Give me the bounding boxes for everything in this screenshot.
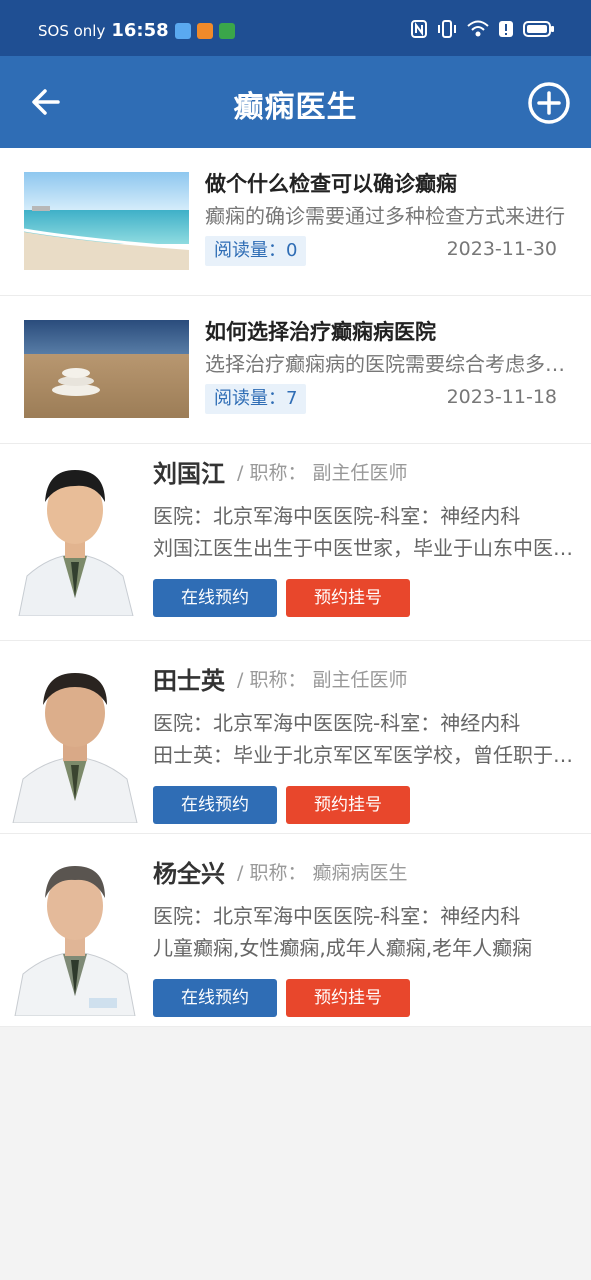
add-circle-icon[interactable] bbox=[527, 81, 571, 125]
article-summary: 选择治疗癫痫病的医院需要综合考虑多方面因素 bbox=[205, 352, 570, 376]
doctor-name: 杨全兴 bbox=[153, 860, 225, 888]
page-title: 癫痫医生 bbox=[233, 90, 358, 125]
alert-icon bbox=[499, 21, 513, 37]
doctor-title: / 职称： 副主任医师 bbox=[237, 462, 408, 484]
article-thumbnail-beach bbox=[24, 172, 189, 270]
article-summary: 癫痫的确诊需要通过多种检查方式来进行 bbox=[205, 204, 565, 228]
app-notification-icon bbox=[218, 22, 235, 39]
status-bar: SOS only 16:58 bbox=[0, 0, 591, 56]
article-date: 2023-11-30 bbox=[446, 238, 557, 260]
doctor-avatar bbox=[9, 458, 141, 616]
doctor-bio: 刘国江医生出生于中医世家，毕业于山东中医药大学 bbox=[153, 536, 573, 560]
doctor-name: 刘国江 bbox=[153, 460, 225, 488]
doctor-card[interactable]: 杨全兴 / 职称： 癫痫病医生 医院：北京军海中医医院-科室：神经内科 儿童癫痫… bbox=[0, 834, 591, 1027]
read-count-badge: 阅读量：0 bbox=[205, 236, 307, 266]
doctor-bio: 儿童癫痫,女性癫痫,成年人癫痫,老年人癫痫 bbox=[153, 936, 533, 960]
app-header: 癫痫医生 bbox=[0, 56, 591, 148]
online-booking-button[interactable]: 在线预约 bbox=[153, 979, 277, 1017]
network-status: SOS only bbox=[38, 21, 106, 40]
main-content: 做个什么检查可以确诊癫痫 癫痫的确诊需要通过多种检查方式来进行 阅读量：0 20… bbox=[0, 148, 591, 1027]
doctor-hospital: 医院：北京军海中医医院-科室：神经内科 bbox=[153, 904, 521, 928]
read-count-badge: 阅读量：7 bbox=[205, 384, 307, 414]
article-title: 如何选择治疗癫痫病医院 bbox=[205, 320, 436, 344]
online-booking-button[interactable]: 在线预约 bbox=[153, 786, 277, 824]
doctor-name: 田士英 bbox=[153, 667, 225, 695]
wifi-icon bbox=[467, 20, 489, 37]
app-notification-icon bbox=[196, 22, 213, 39]
doctor-card[interactable]: 刘国江 / 职称： 副主任医师 医院：北京军海中医医院-科室：神经内科 刘国江医… bbox=[0, 444, 591, 641]
article-title: 做个什么检查可以确诊癫痫 bbox=[205, 172, 457, 196]
doctor-hospital: 医院：北京军海中医医院-科室：神经内科 bbox=[153, 711, 521, 735]
article-item[interactable]: 如何选择治疗癫痫病医院 选择治疗癫痫病的医院需要综合考虑多方面因素 阅读量：7 … bbox=[0, 296, 591, 444]
doctor-hospital: 医院：北京军海中医医院-科室：神经内科 bbox=[153, 504, 521, 528]
register-appointment-button[interactable]: 预约挂号 bbox=[286, 579, 410, 617]
doctor-avatar bbox=[9, 665, 141, 823]
doctor-card[interactable]: 田士英 / 职称： 副主任医师 医院：北京军海中医医院-科室：神经内科 田士英：… bbox=[0, 641, 591, 834]
clock: 16:58 bbox=[111, 20, 169, 41]
doctor-bio: 田士英：毕业于北京军区军医学校，曾任职于多家医院 bbox=[153, 743, 573, 767]
register-appointment-button[interactable]: 预约挂号 bbox=[286, 786, 410, 824]
article-date: 2023-11-18 bbox=[446, 386, 557, 408]
article-item[interactable]: 做个什么检查可以确诊癫痫 癫痫的确诊需要通过多种检查方式来进行 阅读量：0 20… bbox=[0, 148, 591, 296]
battery-icon bbox=[523, 21, 554, 37]
online-booking-button[interactable]: 在线预约 bbox=[153, 579, 277, 617]
app-notification-icon bbox=[174, 22, 191, 39]
article-thumbnail-stones bbox=[24, 320, 189, 418]
nfc-icon bbox=[411, 20, 427, 38]
doctor-title: / 职称： 癫痫病医生 bbox=[237, 862, 408, 884]
doctor-title: / 职称： 副主任医师 bbox=[237, 669, 408, 691]
doctor-avatar bbox=[9, 858, 141, 1016]
register-appointment-button[interactable]: 预约挂号 bbox=[286, 979, 410, 1017]
vibrate-icon bbox=[438, 20, 456, 38]
